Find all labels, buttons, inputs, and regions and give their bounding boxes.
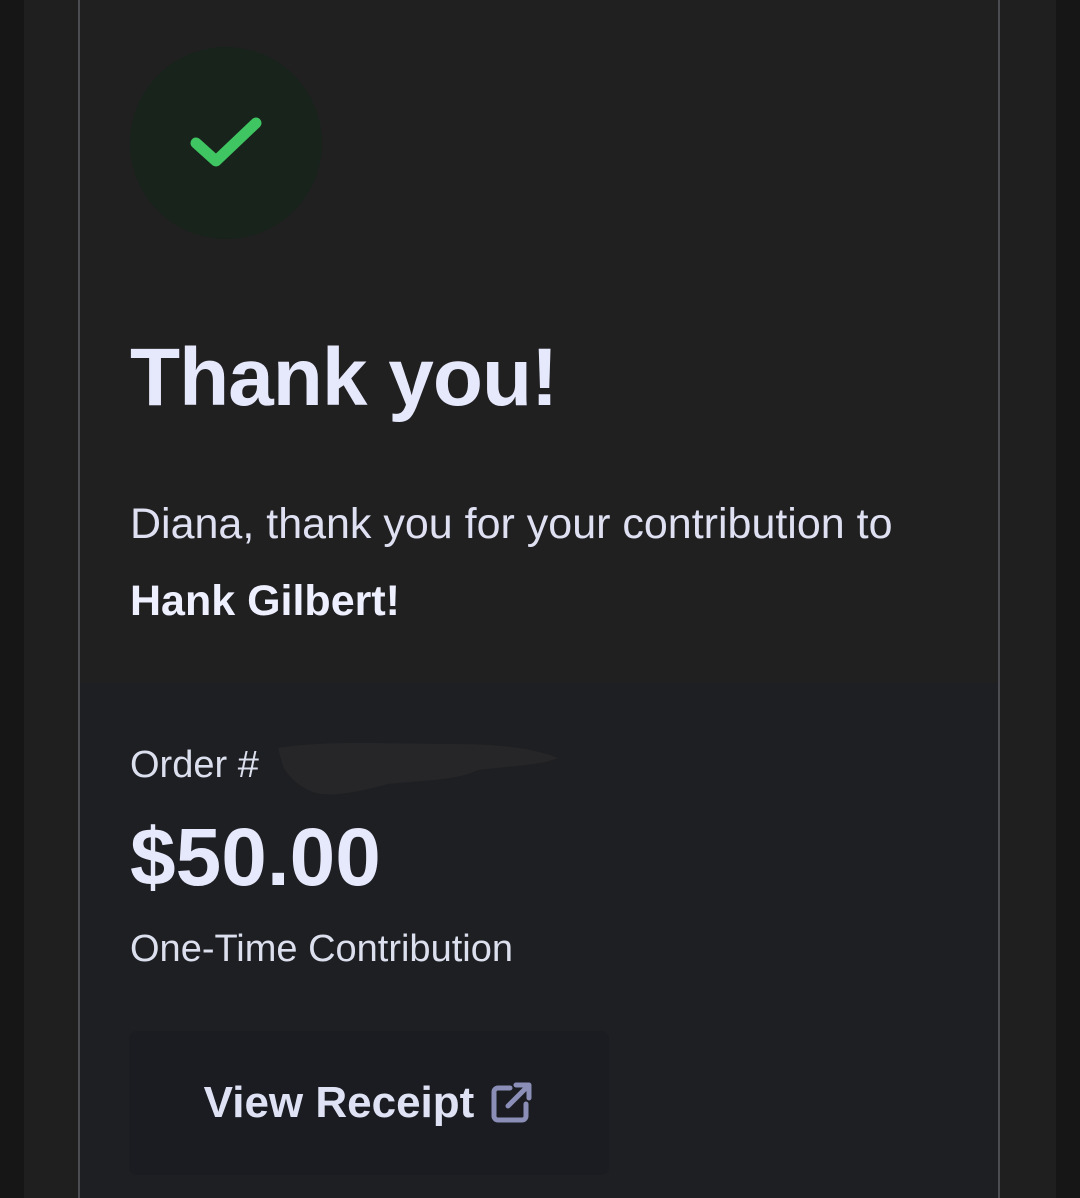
view-receipt-label: View Receipt: [203, 1078, 475, 1127]
thank-you-message: Diana, thank you for your contribution t…: [130, 486, 970, 640]
checkmark-icon: [190, 117, 262, 167]
order-number: Order #: [130, 740, 259, 790]
redaction-scribble: [278, 743, 558, 795]
order-number-label: Order #: [130, 744, 259, 786]
thank-you-text: Diana, thank you for your contribution t…: [130, 500, 893, 548]
page-title: Thank you!: [130, 332, 558, 423]
message-punctuation: !: [385, 577, 400, 625]
recipient-name: Hank Gilbert: [130, 577, 386, 625]
external-link-icon: [488, 1080, 534, 1126]
success-badge: [130, 47, 322, 239]
contribution-amount: $50.00: [130, 812, 381, 903]
contribution-type: One-Time Contribution: [130, 928, 513, 970]
view-receipt-button[interactable]: View Receipt: [129, 1031, 609, 1175]
